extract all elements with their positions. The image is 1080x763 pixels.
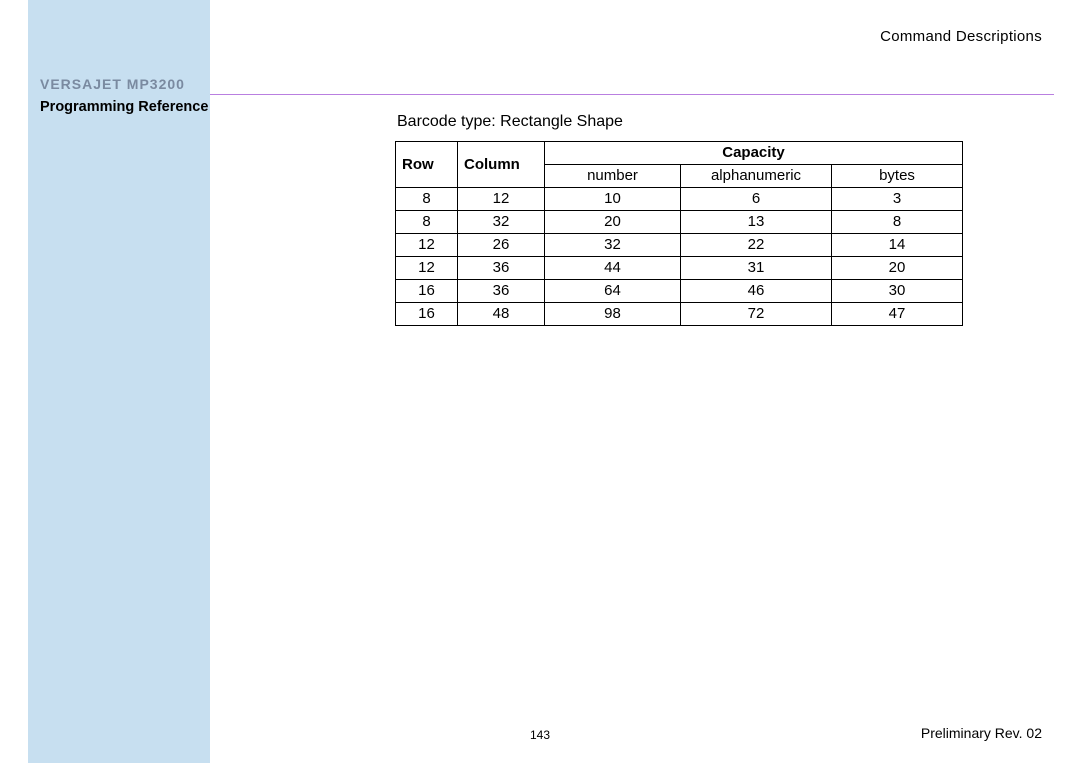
cell-bytes: 8: [832, 211, 963, 234]
page-number: 143: [0, 728, 1080, 742]
cell-num: 98: [545, 303, 681, 326]
cell-col: 32: [458, 211, 545, 234]
main-content: Barcode type: Rectangle Shape Row Column…: [395, 113, 963, 326]
cell-col: 36: [458, 257, 545, 280]
table-row: 12 26 32 22 14: [396, 234, 963, 257]
cell-alpha: 46: [681, 280, 832, 303]
cell-num: 20: [545, 211, 681, 234]
cell-row: 16: [396, 303, 458, 326]
cell-row: 12: [396, 257, 458, 280]
cell-num: 64: [545, 280, 681, 303]
table-row: 12 36 44 31 20: [396, 257, 963, 280]
col-header-row: Row: [396, 142, 458, 188]
cell-col: 48: [458, 303, 545, 326]
cell-alpha: 31: [681, 257, 832, 280]
cell-alpha: 22: [681, 234, 832, 257]
cell-alpha: 13: [681, 211, 832, 234]
cell-row: 8: [396, 188, 458, 211]
col-subheader-bytes: bytes: [832, 165, 963, 188]
cell-bytes: 20: [832, 257, 963, 280]
capacity-table: Row Column Capacity number alphanumeric …: [395, 141, 963, 326]
cell-col: 12: [458, 188, 545, 211]
cell-row: 16: [396, 280, 458, 303]
revision-label: Preliminary Rev. 02: [921, 725, 1042, 741]
col-subheader-alphanumeric: alphanumeric: [681, 165, 832, 188]
table-row: 16 48 98 72 47: [396, 303, 963, 326]
col-header-column: Column: [458, 142, 545, 188]
cell-bytes: 3: [832, 188, 963, 211]
cell-row: 12: [396, 234, 458, 257]
cell-num: 44: [545, 257, 681, 280]
cell-bytes: 14: [832, 234, 963, 257]
page: VERSAJET MP3200 Programming Reference Co…: [0, 0, 1080, 763]
cell-alpha: 72: [681, 303, 832, 326]
table-header-row-1: Row Column Capacity: [396, 142, 963, 165]
table-caption: Barcode type: Rectangle Shape: [397, 113, 963, 131]
cell-row: 8: [396, 211, 458, 234]
section-header: Command Descriptions: [880, 28, 1042, 45]
col-subheader-number: number: [545, 165, 681, 188]
cell-bytes: 30: [832, 280, 963, 303]
col-header-capacity: Capacity: [545, 142, 963, 165]
header-divider: [210, 94, 1054, 95]
table-row: 8 12 10 6 3: [396, 188, 963, 211]
cell-col: 36: [458, 280, 545, 303]
table-row: 8 32 20 13 8: [396, 211, 963, 234]
cell-col: 26: [458, 234, 545, 257]
cell-alpha: 6: [681, 188, 832, 211]
table-row: 16 36 64 46 30: [396, 280, 963, 303]
document-title: Programming Reference: [40, 99, 208, 115]
cell-num: 10: [545, 188, 681, 211]
cell-bytes: 47: [832, 303, 963, 326]
product-model: VERSAJET MP3200: [40, 76, 185, 92]
cell-num: 32: [545, 234, 681, 257]
